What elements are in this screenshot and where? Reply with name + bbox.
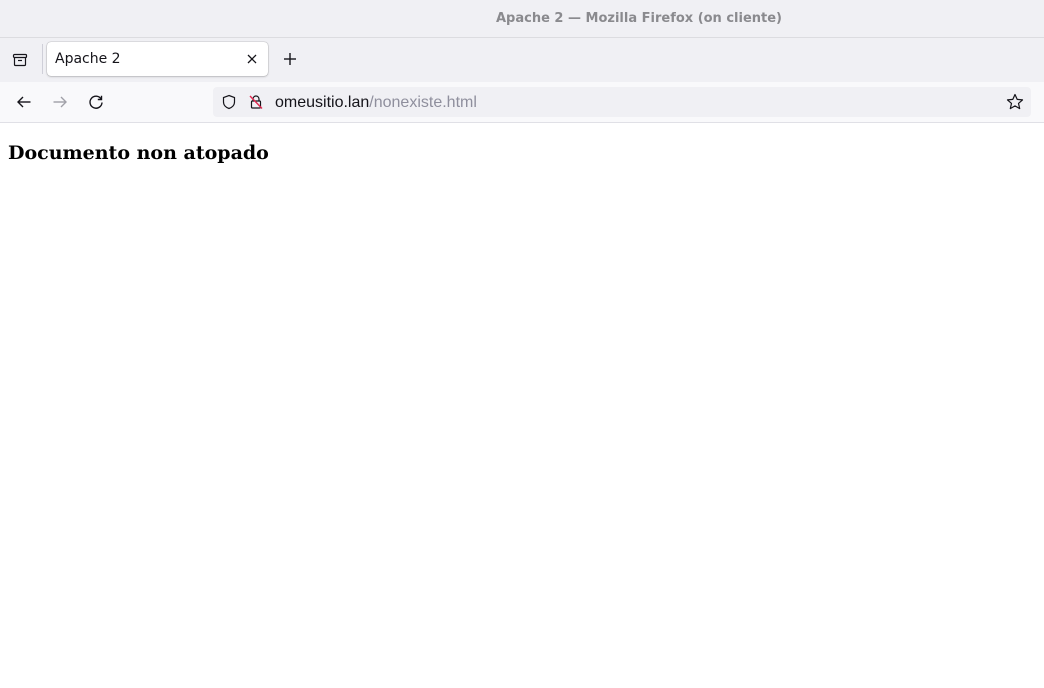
close-icon xyxy=(247,54,257,64)
reload-icon xyxy=(88,94,104,110)
tab-strip: Apache 2 xyxy=(0,38,1044,82)
new-tab-button[interactable] xyxy=(276,45,304,73)
page-heading: Documento non atopado xyxy=(8,142,269,164)
bookmark-button[interactable] xyxy=(1005,92,1025,112)
browser-window: Apache 2 — Mozilla Firefox (on cliente) … xyxy=(0,0,1044,688)
forward-button[interactable] xyxy=(46,88,74,116)
tab-separator xyxy=(42,44,43,74)
window-title: Apache 2 — Mozilla Firefox (on cliente) xyxy=(495,11,783,26)
url-host: omeusitio.lan xyxy=(275,94,370,111)
address-bar[interactable]: omeusitio.lan/nonexiste.html xyxy=(213,87,1031,117)
reload-button[interactable] xyxy=(82,88,110,116)
page-content: Documento non atopado xyxy=(0,123,1044,688)
list-all-tabs-button[interactable] xyxy=(6,44,34,76)
tab-apache-2[interactable]: Apache 2 xyxy=(47,42,268,76)
title-bar: Apache 2 — Mozilla Firefox (on cliente) xyxy=(0,0,1044,38)
tab-list-icon xyxy=(12,52,28,68)
back-arrow-icon xyxy=(16,94,32,110)
forward-arrow-icon xyxy=(52,94,68,110)
back-button[interactable] xyxy=(10,88,38,116)
star-icon xyxy=(1006,93,1024,111)
plus-icon xyxy=(283,52,297,66)
close-tab-button[interactable] xyxy=(242,49,262,69)
tab-label: Apache 2 xyxy=(55,51,121,67)
insecure-lock-icon[interactable] xyxy=(248,94,264,110)
url-path: /nonexiste.html xyxy=(369,94,477,111)
shield-icon[interactable] xyxy=(221,94,237,110)
navigation-toolbar: omeusitio.lan/nonexiste.html xyxy=(0,82,1044,123)
url-text[interactable]: omeusitio.lan/nonexiste.html xyxy=(275,94,477,112)
